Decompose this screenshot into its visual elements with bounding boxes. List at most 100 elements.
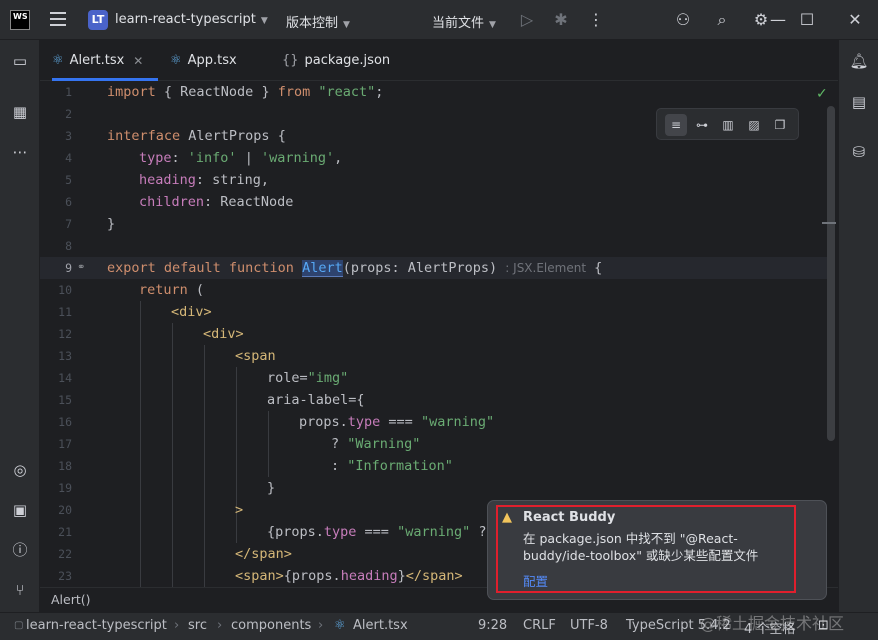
line-number[interactable]: 21: [40, 521, 72, 543]
problems-icon[interactable]: ⓘ: [10, 540, 30, 560]
debug-icon[interactable]: ✱: [551, 10, 571, 30]
copy-icon[interactable]: ❐: [769, 114, 791, 136]
close-icon[interactable]: ✕: [133, 54, 143, 68]
code-line-7: }: [107, 216, 116, 232]
webstorm-logo[interactable]: WS: [10, 10, 30, 30]
editor-scrollbar[interactable]: [827, 106, 835, 441]
line-number[interactable]: 3: [40, 125, 72, 147]
project-badge[interactable]: LT: [88, 10, 108, 30]
line-number[interactable]: 8: [40, 235, 72, 257]
notifications-icon[interactable]: 🔔︎: [849, 51, 869, 71]
status-src[interactable]: src: [188, 618, 207, 633]
code-line-20: >: [235, 502, 244, 518]
code-line-17: ? "Warning": [331, 436, 421, 452]
tab-app-tsx[interactable]: ⚛ App.tsx: [170, 40, 237, 81]
line-number[interactable]: 11: [40, 301, 72, 323]
line-number[interactable]: 20: [40, 499, 72, 521]
line-number[interactable]: 18: [40, 455, 72, 477]
structure-icon[interactable]: ▦: [10, 102, 30, 122]
react-icon: ⚛: [170, 53, 182, 68]
project-selector[interactable]: learn-react-typescript ▼: [115, 12, 268, 27]
add-user-icon[interactable]: ⚇: [673, 10, 693, 30]
indent-guide: [268, 411, 269, 477]
main-menu-icon[interactable]: [50, 12, 66, 26]
code-line-14: role="img": [267, 370, 349, 386]
run-icon[interactable]: ▷: [517, 10, 537, 30]
line-number[interactable]: 15: [40, 389, 72, 411]
hierarchy-icon[interactable]: ⊶: [691, 114, 713, 136]
line-number[interactable]: 2: [40, 103, 72, 125]
code-line-12: <div>: [203, 326, 244, 342]
markdown-view-toolbar: ≡ ⊶ ▥ ▨ ❐: [656, 108, 799, 140]
line-number[interactable]: 12: [40, 323, 72, 345]
notification-body: 在 package.json 中找不到 "@React-buddy/ide-to…: [523, 531, 759, 563]
warning-icon: ▲: [502, 510, 512, 525]
editor-tabs: ⚛ Alert.tsx ✕ ⚛ App.tsx {} package.json: [40, 40, 838, 81]
line-number[interactable]: 19: [40, 477, 72, 499]
tab-package-json[interactable]: {} package.json: [282, 40, 390, 81]
cursor-position[interactable]: 9:28: [478, 618, 507, 633]
line-number[interactable]: 1: [40, 81, 72, 103]
line-number[interactable]: 5: [40, 169, 72, 191]
database-icon[interactable]: ⛁: [849, 142, 869, 162]
inlay-hint: : JSX.Element: [505, 261, 587, 275]
line-number[interactable]: 14: [40, 367, 72, 389]
tab-label: App.tsx: [187, 53, 237, 68]
chevron-right-icon: ›: [318, 618, 324, 633]
code-line-22: </span>: [235, 546, 292, 562]
left-tool-strip: ▭ ▦ ⋯ ◎ ▣ ⓘ ⑂: [0, 40, 40, 612]
search-icon[interactable]: ⌕: [712, 10, 732, 30]
line-number[interactable]: 23: [40, 565, 72, 587]
line-number[interactable]: 7: [40, 213, 72, 235]
module-icon: ▢: [14, 620, 24, 631]
notification-title: React Buddy: [523, 510, 616, 525]
chevron-down-icon: ▼: [489, 20, 496, 30]
line-number[interactable]: 17: [40, 433, 72, 455]
run-config-label: 当前文件: [432, 16, 485, 31]
line-number[interactable]: 6: [40, 191, 72, 213]
code-line-3: interface AlertProps {: [107, 128, 286, 144]
more-tools-icon[interactable]: ⋯: [10, 142, 30, 162]
code-line-10: return (: [139, 282, 205, 298]
close-window-icon[interactable]: ✕: [845, 10, 865, 30]
git-icon[interactable]: ⑂: [10, 580, 30, 600]
status-project[interactable]: learn-react-typescript: [26, 618, 167, 633]
right-tool-strip: 🔔︎ ▤ ⛁: [838, 40, 878, 612]
configure-link[interactable]: 配置: [523, 571, 548, 590]
breadcrumb-function[interactable]: Alert(): [51, 592, 91, 607]
status-file[interactable]: Alert.tsx: [353, 618, 408, 633]
code-line-18: : "Information": [331, 458, 453, 474]
list-view-icon[interactable]: ≡: [665, 114, 687, 136]
react-buddy-icon[interactable]: ▤: [849, 92, 869, 112]
code-line-6: children: ReactNode: [139, 194, 294, 210]
usages-icon[interactable]: ⚭: [77, 262, 85, 273]
split-view-icon[interactable]: ▥: [717, 114, 739, 136]
line-number[interactable]: 10: [40, 279, 72, 301]
scroll-position-mark: [822, 222, 836, 224]
line-number[interactable]: 4: [40, 147, 72, 169]
more-icon[interactable]: ⋮: [586, 10, 606, 30]
run-tool-icon[interactable]: ◎: [10, 460, 30, 480]
tab-alert-tsx[interactable]: ⚛ Alert.tsx ✕: [52, 40, 158, 81]
run-config-selector[interactable]: 当前文件 ▼: [432, 12, 496, 31]
vcs-menu[interactable]: 版本控制 ▼: [286, 12, 350, 31]
line-number[interactable]: 22: [40, 543, 72, 565]
file-encoding[interactable]: UTF-8: [570, 618, 608, 633]
line-ending[interactable]: CRLF: [523, 618, 556, 633]
project-folder-icon[interactable]: ▭: [10, 51, 30, 71]
terminal-icon[interactable]: ▣: [10, 500, 30, 520]
vcs-label: 版本控制: [286, 16, 339, 31]
status-components[interactable]: components: [231, 618, 311, 633]
line-number[interactable]: 13: [40, 345, 72, 367]
react-icon: ⚛: [52, 53, 64, 68]
code-line-1: import { ReactNode } from "react";: [107, 84, 384, 100]
code-line-5: heading: string,: [139, 172, 270, 188]
indent-guide: [140, 301, 141, 587]
code-line-13: <span: [235, 348, 276, 364]
minimize-icon[interactable]: —: [768, 10, 788, 30]
preview-icon[interactable]: ▨: [743, 114, 765, 136]
line-number[interactable]: 9: [40, 257, 72, 279]
maximize-icon[interactable]: ☐: [797, 10, 817, 30]
line-number[interactable]: 16: [40, 411, 72, 433]
no-problems-check-icon[interactable]: ✓: [816, 86, 828, 102]
